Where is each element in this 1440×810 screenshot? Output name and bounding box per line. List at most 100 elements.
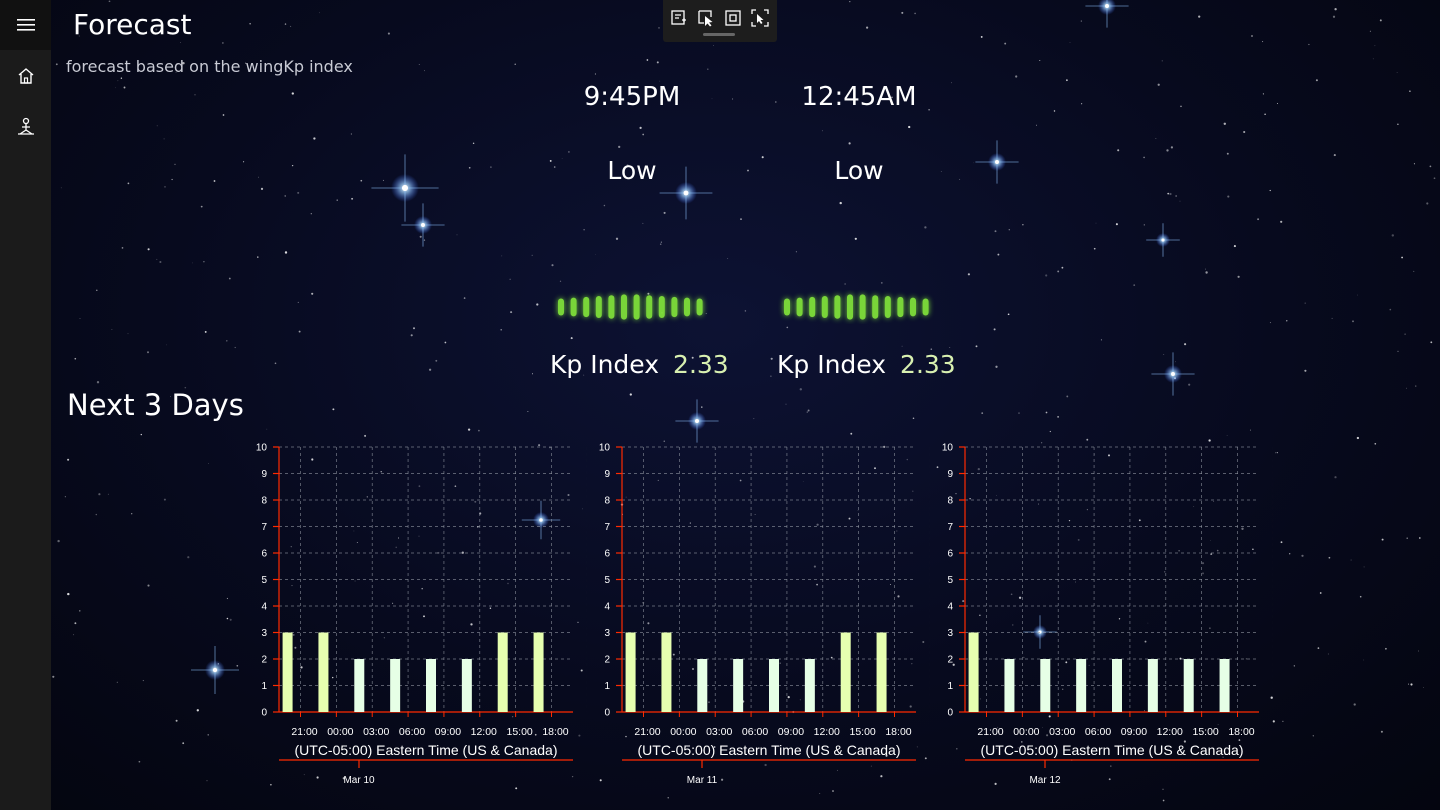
kp-meter-segment — [608, 295, 615, 319]
kp-bar[interactable] — [1219, 659, 1230, 712]
y-tick-label: 8 — [604, 496, 610, 507]
y-tick-label: 5 — [604, 575, 610, 586]
x-tick-label: 09:00 — [778, 726, 804, 738]
x-tick-label: 03:00 — [363, 726, 389, 738]
kp-bar[interactable] — [1076, 659, 1087, 712]
kp-meter-segment — [583, 296, 590, 318]
forecast-time-1: 9:45PM — [583, 82, 681, 112]
nav-home-button[interactable] — [0, 51, 51, 101]
y-tick-label: 2 — [947, 655, 953, 666]
y-tick-label: 0 — [947, 708, 953, 719]
kp-bar[interactable] — [625, 632, 636, 713]
y-tick-label: 1 — [947, 681, 953, 692]
kp-bar[interactable] — [282, 632, 293, 713]
y-tick-label: 10 — [256, 443, 268, 454]
debug-toolbar — [663, 0, 777, 42]
x-tick-label: 18:00 — [1228, 726, 1254, 738]
kp-bar[interactable] — [661, 632, 672, 713]
kp-bar[interactable] — [876, 632, 887, 713]
kp-index-2: Kp Index 2.33 — [777, 350, 956, 379]
y-tick-label: 3 — [261, 628, 267, 639]
hamburger-menu-button[interactable] — [0, 0, 51, 50]
x-axis-label: (UTC-05:00) Eastern Time (US & Canada) — [295, 742, 558, 758]
track-focused-element-button[interactable] — [748, 6, 772, 30]
y-tick-label: 1 — [261, 681, 267, 692]
x-tick-label: 09:00 — [1121, 726, 1147, 738]
kp-meter-segment — [821, 296, 828, 318]
date-label: Mar 12 — [1029, 775, 1061, 786]
kp-bar[interactable] — [390, 659, 401, 712]
x-tick-label: 21:00 — [634, 726, 660, 738]
kp-bar[interactable] — [697, 659, 708, 712]
kp-meter-2 — [784, 294, 929, 320]
kp-label-2: Kp Index — [777, 350, 887, 379]
kp-bar[interactable] — [497, 632, 508, 713]
kp-bar[interactable] — [426, 659, 436, 712]
kp-value-2: 2.33 — [900, 350, 956, 379]
kp-chart-day-3: 0 1 2 3 4 5 6 7 8 9 10 21:00 00:00 03:00 06:00 09:00 12:… — [942, 443, 1273, 786]
kp-meter-segment — [897, 296, 904, 318]
y-tick-label: 5 — [261, 575, 267, 586]
y-tick-label: 2 — [604, 655, 610, 666]
select-element-button[interactable] — [694, 6, 718, 30]
kp-bar[interactable] — [804, 659, 815, 712]
kp-meter-segment — [872, 295, 879, 319]
y-tick-label: 0 — [604, 708, 610, 719]
kp-meter-segment — [910, 297, 916, 317]
kp-bar[interactable] — [354, 659, 365, 712]
display-layout-adorners-icon — [725, 10, 741, 26]
x-tick-label: 06:00 — [1085, 726, 1111, 738]
x-tick-label: 15:00 — [849, 726, 875, 738]
y-tick-label: 7 — [604, 522, 610, 533]
kp-bar[interactable] — [1040, 659, 1051, 712]
kp-bar[interactable] — [1004, 659, 1015, 712]
x-axis-label: (UTC-05:00) Eastern Time (US & Canada) — [981, 742, 1244, 758]
y-tick-label: 3 — [604, 628, 610, 639]
select-element-icon — [698, 10, 713, 27]
x-tick-label: 00:00 — [1013, 726, 1039, 738]
y-tick-label: 2 — [261, 655, 267, 666]
page-title: Forecast — [73, 8, 192, 41]
x-tick-label: 12:00 — [1157, 726, 1183, 738]
toolbar-grip[interactable] — [703, 33, 735, 36]
kp-meter-segment — [621, 294, 627, 320]
nav-pane — [0, 0, 51, 810]
kp-bar[interactable] — [733, 659, 744, 712]
page-subtitle: forecast based on the wingKp index — [66, 57, 353, 76]
x-tick-label: 12:00 — [814, 726, 840, 738]
kp-bar[interactable] — [461, 659, 472, 712]
y-tick-label: 6 — [947, 549, 953, 560]
kp-bar[interactable] — [1147, 659, 1158, 712]
y-tick-label: 4 — [947, 602, 953, 613]
x-tick-label: 18:00 — [542, 726, 568, 738]
y-tick-label: 9 — [261, 469, 267, 480]
kp-meter-segment — [696, 298, 703, 316]
kp-meter-segment — [834, 295, 841, 319]
date-label: Mar 11 — [687, 775, 718, 786]
track-focused-element-icon — [751, 9, 769, 27]
kp-bar[interactable] — [840, 632, 851, 713]
nav-location-button[interactable] — [0, 101, 51, 151]
kp-bar[interactable] — [1183, 659, 1194, 712]
display-layout-adorners-button[interactable] — [721, 6, 745, 30]
y-tick-label: 9 — [604, 469, 610, 480]
live-visual-tree-button[interactable] — [667, 6, 691, 30]
forecast-time-2: 12:45AM — [801, 82, 917, 112]
x-tick-label: 15:00 — [1192, 726, 1218, 738]
forecast-level-1: Low — [607, 156, 657, 185]
kp-meter-segment — [684, 297, 690, 317]
kp-bar[interactable] — [968, 632, 979, 713]
x-tick-label: 21:00 — [291, 726, 317, 738]
kp-bar[interactable] — [1112, 659, 1122, 712]
x-tick-label: 06:00 — [742, 726, 768, 738]
y-tick-label: 7 — [261, 522, 267, 533]
kp-bar[interactable] — [769, 659, 779, 712]
y-tick-label: 8 — [947, 496, 953, 507]
kp-bar[interactable] — [318, 632, 329, 713]
kp-meter-segment — [633, 294, 640, 320]
kp-bar[interactable] — [533, 632, 544, 713]
kp-value-1: 2.33 — [673, 350, 729, 379]
y-tick-label: 10 — [599, 443, 611, 454]
y-tick-label: 6 — [261, 549, 267, 560]
kp-index-1: Kp Index 2.33 — [550, 350, 729, 379]
